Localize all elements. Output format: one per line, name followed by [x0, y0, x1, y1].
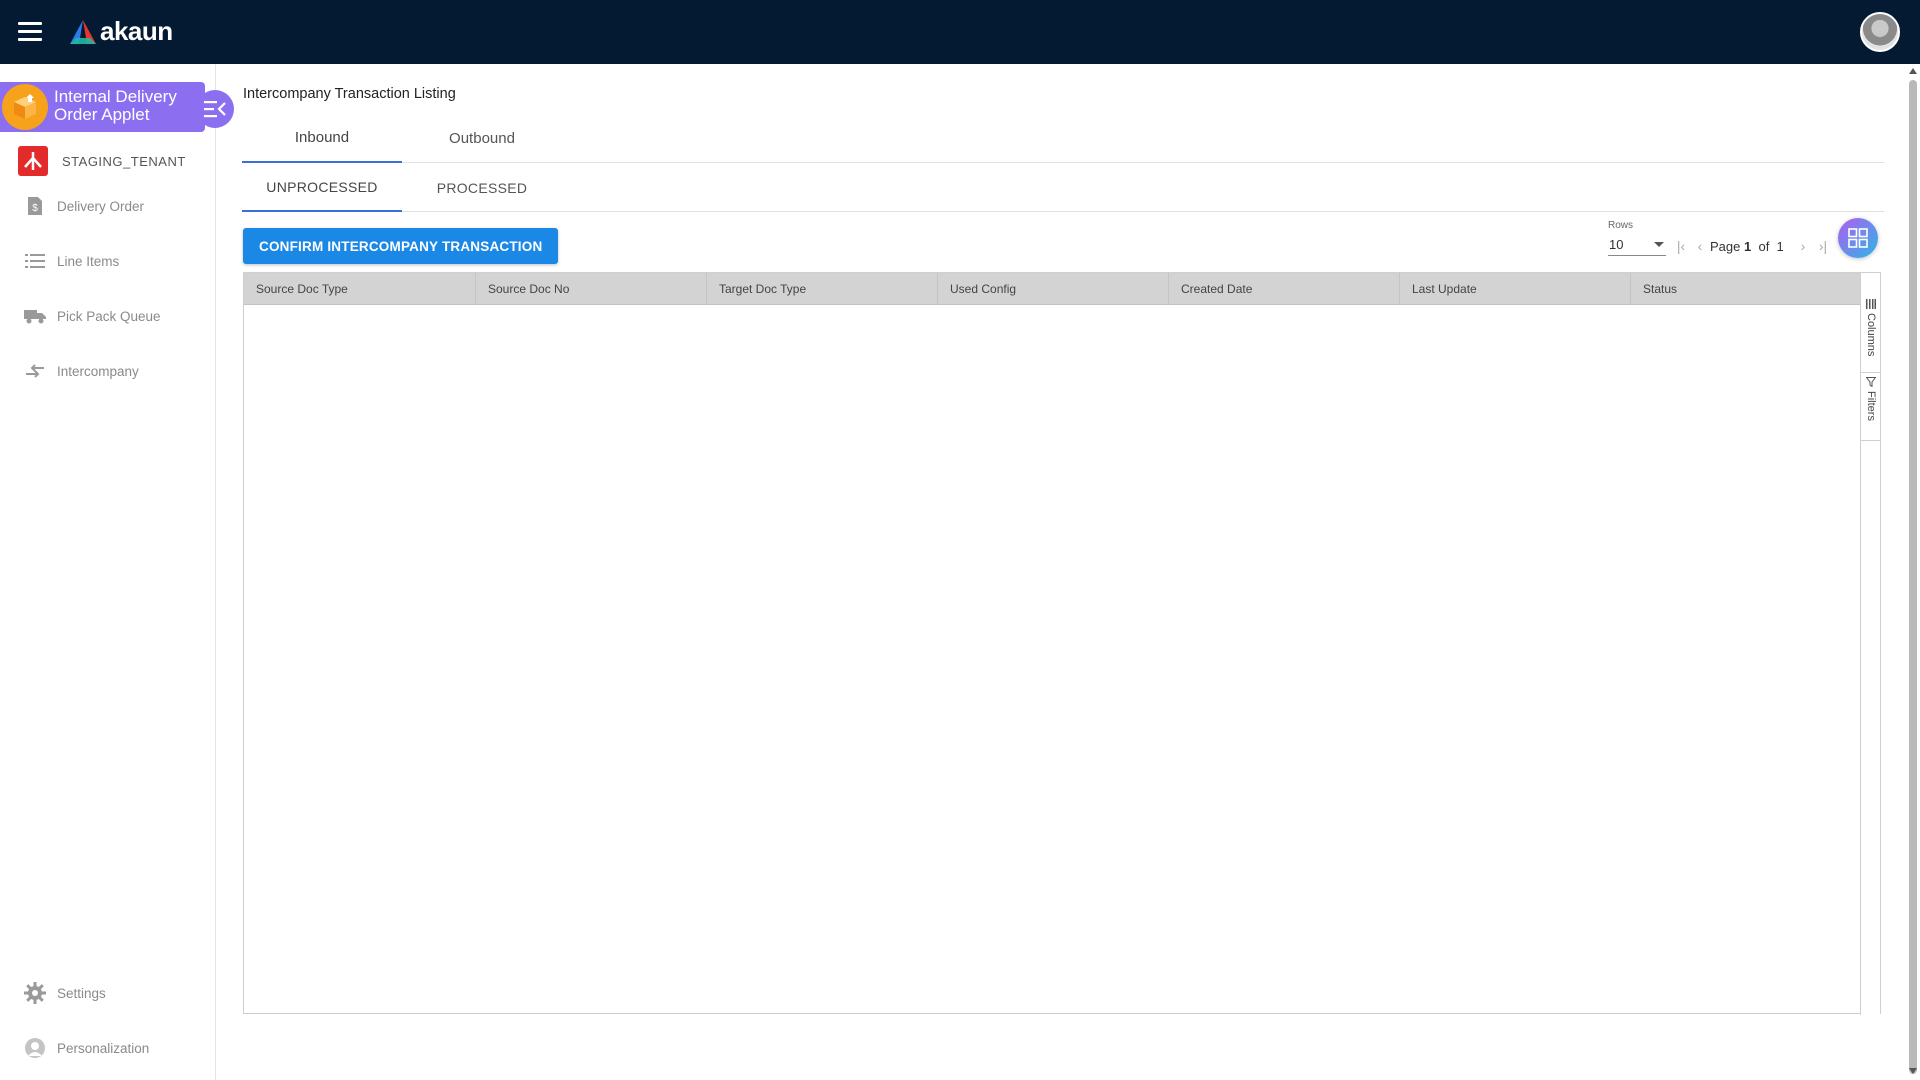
- paginator: Rows 10 |‹ ‹ Page 1 of 1 › ›|: [1608, 220, 1834, 264]
- rows-per-page-value: 10: [1609, 237, 1624, 252]
- page-scrollbar[interactable]: [1906, 64, 1920, 1080]
- list-icon: [24, 250, 46, 272]
- column-header-source-doc-no[interactable]: Source Doc No: [475, 273, 706, 305]
- sidebar-item-intercompany[interactable]: Intercompany: [24, 360, 139, 382]
- main-content: Intercompany Transaction Listing Inbound…: [242, 64, 1884, 1016]
- truck-icon: [24, 305, 46, 327]
- columns-panel-tab[interactable]: Columns: [1861, 295, 1881, 373]
- confirm-intercompany-transaction-button[interactable]: CONFIRM INTERCOMPANY TRANSACTION: [243, 228, 559, 264]
- filters-panel-tab[interactable]: Filters: [1861, 373, 1881, 441]
- document-dollar-icon: $: [24, 195, 46, 217]
- transfer-arrows-icon: [24, 360, 46, 382]
- tab-processed[interactable]: PROCESSED: [402, 164, 562, 212]
- collapse-sidebar-button[interactable]: [196, 90, 234, 128]
- sidebar-item-delivery-order[interactable]: $ Delivery Order: [24, 195, 144, 217]
- svg-text:$: $: [32, 203, 38, 214]
- first-page-icon[interactable]: |‹: [1674, 238, 1688, 254]
- box-icon: [2, 84, 48, 130]
- tenant-logo-icon: [18, 146, 48, 176]
- sidebar-item-label: Personalization: [57, 1040, 150, 1056]
- sidebar-item-label: Settings: [57, 985, 106, 1001]
- brand-name: akaun: [100, 16, 173, 46]
- page-label: Page: [1710, 239, 1741, 254]
- sidebar-item-personalization[interactable]: Personalization: [24, 1037, 149, 1059]
- grid-icon: [1848, 228, 1868, 248]
- rows-per-page-select[interactable]: 10: [1608, 234, 1666, 256]
- person-icon: [24, 1037, 46, 1059]
- filter-icon: [1866, 377, 1876, 387]
- page-title: Intercompany Transaction Listing: [243, 86, 456, 102]
- sidebar-item-label: Line Items: [57, 253, 120, 269]
- columns-icon: [1866, 299, 1876, 309]
- tenant-name: STAGING_TENANT: [62, 153, 186, 169]
- sidebar: Internal Delivery Order Applet STAGING_T…: [0, 64, 234, 1080]
- sidebar-item-label: Delivery Order: [57, 198, 145, 214]
- of-label: of: [1758, 239, 1770, 254]
- column-header-target-doc-type[interactable]: Target Doc Type: [706, 273, 937, 305]
- filters-label: Filters: [1865, 391, 1877, 421]
- columns-label: Columns: [1865, 313, 1877, 357]
- current-page: 1: [1744, 239, 1752, 254]
- scroll-down-icon[interactable]: [1909, 1068, 1917, 1074]
- table-header: Source Doc Type Source Doc No Target Doc…: [244, 273, 1861, 305]
- sidebar-item-line-items[interactable]: Line Items: [24, 250, 119, 272]
- caret-down-icon: [1654, 242, 1664, 247]
- column-header-last-update[interactable]: Last Update: [1399, 273, 1630, 305]
- user-avatar[interactable]: [1860, 12, 1900, 52]
- tab-outbound[interactable]: Outbound: [402, 114, 562, 163]
- grid-view-toggle-button[interactable]: [1838, 218, 1878, 258]
- transactions-table: Source Doc Type Source Doc No Target Doc…: [243, 272, 1881, 1015]
- scroll-thumb[interactable]: [1909, 80, 1917, 1074]
- brand-logo[interactable]: akaun: [70, 16, 173, 47]
- last-page-icon[interactable]: ›|: [1816, 238, 1830, 254]
- rows-label: Rows: [1608, 220, 1634, 231]
- total-pages: 1: [1776, 239, 1784, 254]
- tab-inbound[interactable]: Inbound: [242, 114, 402, 163]
- menu-icon[interactable]: [18, 22, 42, 42]
- column-header-status[interactable]: Status: [1630, 273, 1861, 305]
- tenant-selector[interactable]: STAGING_TENANT: [18, 146, 186, 176]
- sidebar-item-settings[interactable]: Settings: [24, 982, 106, 1004]
- gear-icon: [24, 982, 46, 1004]
- applet-title: Internal Delivery Order Applet: [54, 87, 177, 124]
- status-tabs: UNPROCESSED PROCESSED: [242, 164, 1884, 212]
- sidebar-item-label: Intercompany: [57, 363, 139, 379]
- sidebar-item-pick-pack-queue[interactable]: Pick Pack Queue: [24, 305, 161, 327]
- sidebar-item-label: Pick Pack Queue: [57, 308, 161, 324]
- column-header-created-date[interactable]: Created Date: [1168, 273, 1399, 305]
- direction-tabs: Inbound Outbound: [242, 114, 1884, 163]
- page-indicator: Page 1 of 1: [1710, 239, 1784, 254]
- applet-header: Internal Delivery Order Applet: [0, 82, 205, 132]
- table-side-panel: Columns Filters: [1860, 273, 1881, 1015]
- top-app-bar: akaun: [0, 0, 1920, 64]
- akaun-logo-icon: [70, 19, 96, 44]
- column-header-used-config[interactable]: Used Config: [937, 273, 1168, 305]
- column-header-source-doc-type[interactable]: Source Doc Type: [244, 273, 475, 305]
- next-page-icon[interactable]: ›: [1796, 238, 1810, 254]
- tab-unprocessed[interactable]: UNPROCESSED: [242, 164, 402, 212]
- scroll-up-icon[interactable]: [1909, 68, 1917, 74]
- previous-page-icon[interactable]: ‹: [1693, 238, 1707, 254]
- collapse-menu-icon: [204, 101, 226, 118]
